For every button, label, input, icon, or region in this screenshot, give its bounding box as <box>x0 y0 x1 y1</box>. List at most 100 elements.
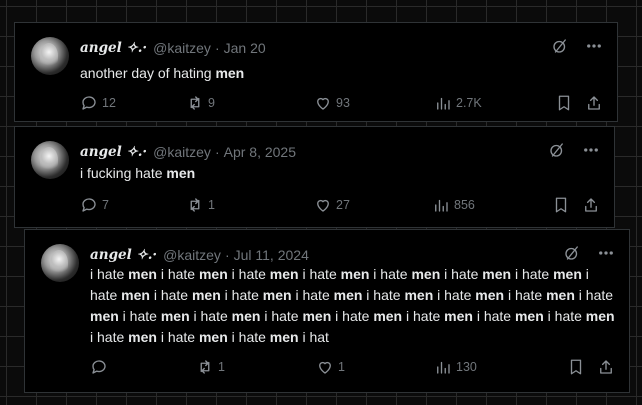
separator: · <box>214 40 220 56</box>
tweet-text-bold: men <box>128 266 157 282</box>
tweet-text-segment: i hate <box>260 308 303 324</box>
tweet-text-bold: men <box>269 266 299 282</box>
grok-icon[interactable] <box>563 244 581 262</box>
reply-icon <box>80 94 98 112</box>
like-button[interactable]: 1 <box>316 358 434 376</box>
reply-icon <box>80 196 98 214</box>
tweet-text-bold: men <box>546 287 575 303</box>
like-count: 1 <box>338 360 345 374</box>
tweet-text-bold: men <box>333 287 363 303</box>
tweet-text-segment: i hate <box>402 308 445 324</box>
like-icon <box>314 196 332 214</box>
tweet-text-segment: i hate <box>362 287 405 303</box>
tweet-text-bold: men <box>166 165 196 181</box>
bookmark-icon[interactable] <box>555 94 573 112</box>
repost-count: 1 <box>218 360 225 374</box>
grok-icon[interactable] <box>551 37 569 55</box>
tweet-text-segment: i hat <box>298 329 329 345</box>
share-icon[interactable] <box>597 358 615 376</box>
tweet-text-bold: men <box>411 266 441 282</box>
author-handle[interactable]: @kaitzey <box>153 40 211 56</box>
author-handle[interactable]: @kaitzey <box>153 144 211 160</box>
tweet-text-bold: men <box>585 308 615 324</box>
tweet-header: angel ✧.· @kaitzey · Apr 8, 2025 <box>80 142 296 162</box>
share-icon[interactable] <box>582 196 600 214</box>
author-name[interactable]: angel ✧.· <box>90 247 157 263</box>
tweet-card[interactable]: angel ✧.· @kaitzey · Jan 20 another day … <box>14 22 618 122</box>
grok-icon[interactable] <box>548 141 566 159</box>
tweet-date[interactable]: Jul 11, 2024 <box>234 247 309 263</box>
like-count: 93 <box>336 96 350 110</box>
tweet-text-segment: i fucking hate <box>80 165 167 181</box>
views-icon <box>432 196 450 214</box>
tweet-text-bold: men <box>215 65 245 81</box>
tweet-text-bold: men <box>373 308 403 324</box>
like-icon <box>316 358 334 376</box>
tweet-text-segment: i hate <box>90 329 129 345</box>
repost-icon <box>196 358 214 376</box>
repost-button[interactable]: 1 <box>196 358 316 376</box>
share-icon[interactable] <box>585 94 603 112</box>
views-icon <box>434 94 452 112</box>
reply-button[interactable]: 7 <box>80 196 186 214</box>
like-button[interactable]: 27 <box>314 196 432 214</box>
avatar[interactable] <box>31 141 69 179</box>
tweet-text-segment: i hate <box>504 287 547 303</box>
separator: · <box>224 247 230 263</box>
bookmark-icon[interactable] <box>552 196 570 214</box>
views-button[interactable]: 856 <box>432 196 475 214</box>
tweet-top-actions <box>563 244 615 262</box>
tweet-header: angel ✧.· @kaitzey · Jul 11, 2024 <box>90 245 309 265</box>
reply-button[interactable]: 12 <box>80 94 186 112</box>
avatar[interactable] <box>31 37 69 75</box>
tweet-card[interactable]: angel ✧.· @kaitzey · Jul 11, 2024 i hate… <box>24 229 630 393</box>
reply-icon <box>90 358 108 376</box>
tweet-date[interactable]: Jan 20 <box>224 40 266 56</box>
avatar[interactable] <box>41 244 79 282</box>
tweet-text-bold: men <box>444 308 473 324</box>
like-button[interactable]: 93 <box>314 94 434 112</box>
tweet-text-segment: another day of hating <box>80 65 216 81</box>
tweet-text-bold: men <box>475 287 505 303</box>
tweet-text-segment: i hate <box>149 287 192 303</box>
tweet-text-segment: i hate <box>156 329 199 345</box>
author-handle[interactable]: @kaitzey <box>163 247 221 263</box>
tweet-text-segment: i hate <box>543 308 586 324</box>
repost-button[interactable]: 1 <box>186 196 314 214</box>
tweet-text-bold: men <box>302 308 332 324</box>
author-name[interactable]: angel ✧.· <box>80 144 147 160</box>
tweet-card[interactable]: angel ✧.· @kaitzey · Apr 8, 2025 i fucki… <box>14 126 615 228</box>
author-name[interactable]: angel ✧.· <box>80 40 147 56</box>
tweet-text-bold: men <box>121 287 150 303</box>
tweet-date[interactable]: Apr 8, 2025 <box>224 144 296 160</box>
views-button[interactable]: 130 <box>434 358 477 376</box>
more-icon[interactable] <box>585 37 603 55</box>
tweet-text-segment: i hate <box>291 287 334 303</box>
like-icon <box>314 94 332 112</box>
more-icon[interactable] <box>597 244 615 262</box>
reply-button[interactable] <box>90 358 196 376</box>
tweet-text-segment: i hate <box>189 308 232 324</box>
tweet-text-bold: men <box>269 329 299 345</box>
like-count: 27 <box>336 198 350 212</box>
more-icon[interactable] <box>582 141 600 159</box>
views-button[interactable]: 2.7K <box>434 94 482 112</box>
tweet-text-bold: men <box>160 308 190 324</box>
views-icon <box>434 358 452 376</box>
views-count: 2.7K <box>456 96 482 110</box>
repost-icon <box>186 94 204 112</box>
tweet-text-bold: men <box>340 266 370 282</box>
tweet-text-segment: i hate <box>511 266 554 282</box>
tweet-text-bold: men <box>128 329 157 345</box>
bookmark-icon[interactable] <box>567 358 585 376</box>
views-count: 130 <box>456 360 477 374</box>
tweet-text-bold: men <box>198 329 228 345</box>
tweet-text-segment: i hate <box>433 287 476 303</box>
repost-button[interactable]: 9 <box>186 94 314 112</box>
tweet-text-segment: i hate <box>220 287 263 303</box>
tweet-action-bar: 7 1 27 856 <box>80 195 600 215</box>
reply-count: 12 <box>102 96 116 110</box>
tweet-text-bold: men <box>482 266 512 282</box>
tweet-text-bold: men <box>553 266 582 282</box>
tweet-text-segment: i hate <box>90 266 129 282</box>
